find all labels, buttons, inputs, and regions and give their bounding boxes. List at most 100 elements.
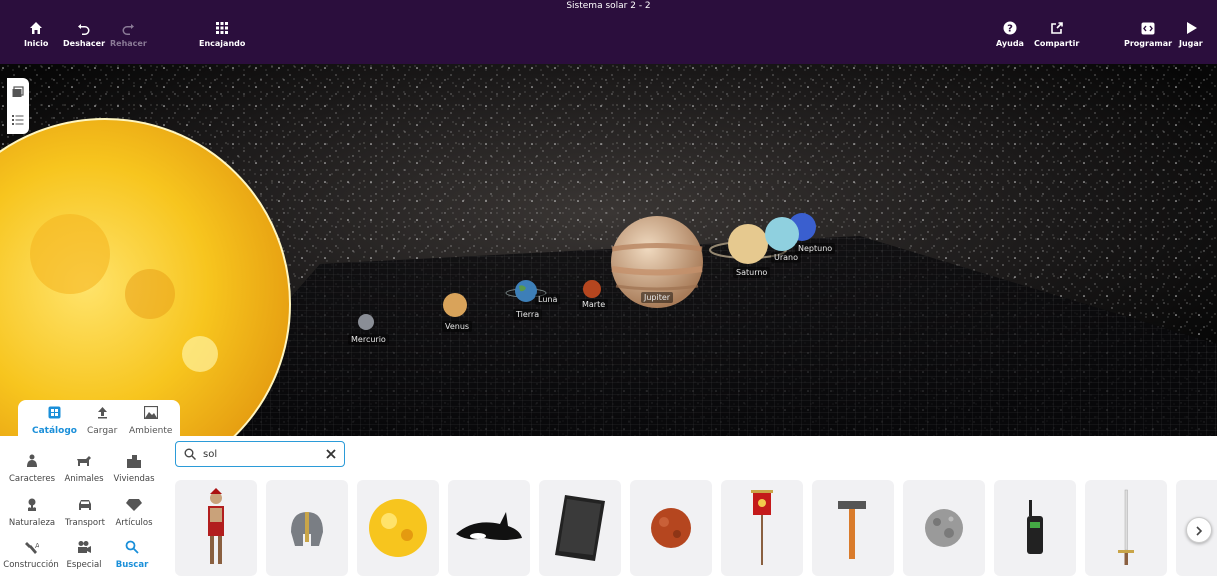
share-label: Compartir — [1034, 39, 1080, 48]
mars-icon — [651, 508, 691, 548]
result-tile[interactable] — [630, 480, 712, 576]
earth-label[interactable]: Tierra — [513, 309, 543, 320]
home-label: Inicio — [24, 39, 49, 48]
buildings-icon — [126, 454, 142, 471]
category-articulos-label: Artículos — [115, 518, 153, 528]
saturn-label[interactable]: Saturno — [733, 267, 771, 278]
search-icon — [125, 540, 139, 557]
results-row — [175, 480, 1217, 576]
construction-icon: A — [23, 540, 40, 557]
category-animales[interactable]: Animales — [62, 454, 106, 484]
category-buscar[interactable]: Buscar — [110, 540, 154, 570]
redo-label: Rehacer — [110, 39, 147, 48]
help-button[interactable]: ? Ayuda — [996, 20, 1024, 48]
result-tile[interactable] — [903, 480, 985, 576]
category-transport-label: Transport — [65, 518, 105, 528]
result-tile[interactable] — [812, 480, 894, 576]
mercury-label[interactable]: Mercurio — [348, 334, 389, 345]
result-tile[interactable] — [539, 480, 621, 576]
category-naturaleza[interactable]: Naturaleza — [0, 498, 64, 528]
flower-icon — [25, 498, 39, 515]
undo-button[interactable]: Deshacer — [63, 20, 105, 48]
mars-label[interactable]: Marte — [579, 299, 609, 310]
result-tile[interactable] — [175, 480, 257, 576]
gallery-icon[interactable] — [12, 83, 24, 102]
hammer-icon — [838, 501, 866, 559]
walkie-talkie-icon — [1027, 500, 1043, 554]
category-caracteres[interactable]: Caracteres — [0, 454, 64, 484]
result-tile[interactable] — [1085, 480, 1167, 576]
home-button[interactable]: Inicio — [24, 20, 48, 48]
category-buscar-label: Buscar — [115, 560, 149, 570]
side-toolbar — [7, 78, 29, 134]
dog-icon — [76, 454, 92, 471]
result-tile[interactable] — [266, 480, 348, 576]
tab-catalogo-label: Catálogo — [32, 426, 77, 436]
result-tile[interactable] — [357, 480, 439, 576]
search-input[interactable] — [201, 447, 315, 461]
svg-text:?: ? — [1007, 24, 1013, 35]
sword-icon — [1118, 489, 1134, 565]
roman-soldier-icon — [208, 488, 224, 564]
tab-cargar-label: Cargar — [87, 426, 118, 436]
tab-ambiente[interactable]: Ambiente — [129, 405, 173, 436]
play-icon — [1184, 20, 1198, 36]
project-title: Sistema solar 2 - 2 — [566, 1, 651, 11]
search-field-icon — [184, 448, 196, 460]
catalog-icon — [48, 406, 61, 422]
venus-label[interactable]: Venus — [442, 321, 473, 332]
moon-label[interactable]: Luna — [535, 294, 561, 305]
moon-icon — [925, 509, 963, 547]
grid-icon — [215, 20, 229, 36]
code-icon — [1141, 20, 1155, 36]
gladiator-helmet-icon — [291, 512, 323, 546]
orca-icon — [456, 512, 522, 540]
category-articulos[interactable]: Artículos — [110, 498, 158, 528]
diamond-icon — [126, 498, 142, 515]
svg-text:A: A — [35, 542, 39, 550]
category-animales-label: Animales — [64, 474, 104, 484]
catalog-panel: Caracteres Animales Viviendas Naturaleza… — [0, 436, 1217, 576]
search-box — [175, 441, 345, 467]
solar-panel-icon — [555, 495, 605, 561]
redo-button[interactable]: Rehacer — [110, 20, 147, 48]
snap-label: Encajando — [199, 39, 246, 48]
tab-cargar[interactable]: Cargar — [87, 406, 117, 436]
help-icon: ? — [1003, 20, 1017, 36]
clear-search-icon[interactable] — [326, 449, 336, 459]
tab-ambiente-label: Ambiente — [129, 426, 173, 436]
result-tile[interactable] — [721, 480, 803, 576]
category-construccion[interactable]: A Construcción — [0, 540, 62, 570]
category-transport[interactable]: Transport — [62, 498, 108, 528]
undo-icon — [77, 20, 91, 36]
category-construccion-label: Construcción — [3, 560, 59, 570]
category-viviendas[interactable]: Viviendas — [108, 454, 160, 484]
scene-viewport[interactable]: Mercurio Venus Tierra Luna Marte Jupiter… — [0, 64, 1217, 436]
home-icon — [29, 20, 43, 36]
undo-label: Deshacer — [63, 39, 106, 48]
result-tile[interactable] — [448, 480, 530, 576]
next-results-button[interactable] — [1186, 517, 1212, 543]
category-especial-label: Especial — [66, 560, 102, 570]
catalog-tabs: Catálogo Cargar Ambiente — [18, 400, 180, 438]
snap-button[interactable]: Encajando — [199, 20, 245, 48]
sun-icon — [369, 499, 427, 557]
tab-catalogo[interactable]: Catálogo — [32, 406, 77, 436]
play-button[interactable]: Jugar — [1179, 20, 1203, 48]
jupiter-label[interactable]: Jupiter — [641, 292, 674, 303]
category-especial[interactable]: Especial — [64, 540, 104, 570]
result-tile[interactable] — [994, 480, 1076, 576]
list-icon[interactable] — [12, 111, 24, 130]
car-icon — [77, 498, 93, 515]
top-toolbar: Sistema solar 2 - 2 Inicio Deshacer Reha… — [0, 0, 1217, 64]
camera-icon — [76, 540, 92, 557]
category-naturaleza-label: Naturaleza — [8, 518, 56, 528]
program-label: Programar — [1124, 39, 1173, 48]
redo-icon — [121, 20, 135, 36]
landscape-icon — [143, 405, 158, 422]
share-icon — [1050, 20, 1064, 36]
program-button[interactable]: Programar — [1124, 20, 1172, 48]
help-label: Ayuda — [996, 39, 1024, 48]
share-button[interactable]: Compartir — [1034, 20, 1079, 48]
neptune-label[interactable]: Neptuno — [795, 243, 836, 254]
